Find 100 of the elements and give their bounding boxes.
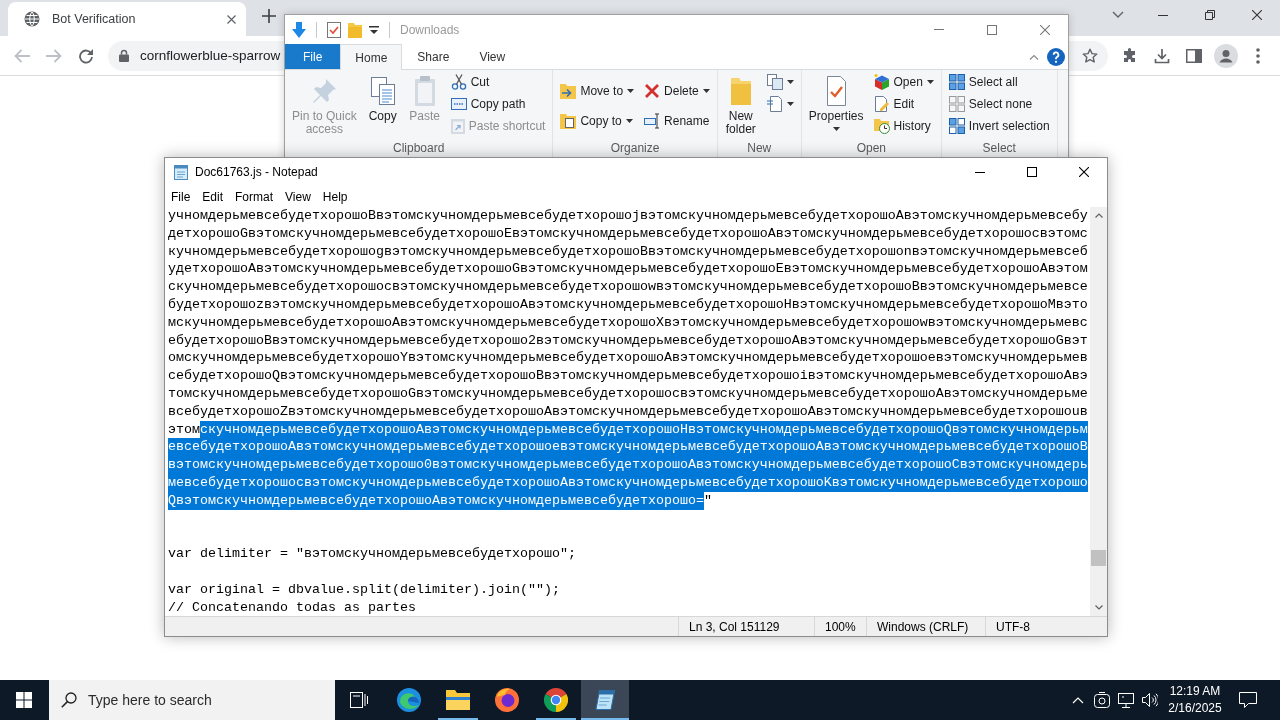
status-text: Windows (CRLF) <box>866 617 985 636</box>
menu-item[interactable]: File <box>165 189 197 204</box>
down-arrow-icon[interactable] <box>292 21 306 38</box>
firefox-icon <box>495 688 519 712</box>
ribbon-button[interactable]: History <box>869 116 938 136</box>
search-field[interactable]: Type here to search <box>49 680 335 720</box>
scissors-icon <box>450 74 467 90</box>
ribbon-tab[interactable]: Home <box>340 44 403 70</box>
chrome-icon <box>544 688 568 712</box>
ribbon-tab[interactable]: View <box>464 44 521 69</box>
code-text: этом <box>168 420 200 439</box>
code-text: учномдерьмевсебудетхорошоBвэтомскучномдерьмевсебудетхорошоjвэтомскучномдерьмевсебудетхорошоAвэтомскучномдерьмевсебу <box>168 207 1088 225</box>
ribbon-button[interactable]: Copy to <box>556 110 639 131</box>
maximize-icon[interactable] <box>1027 167 1037 177</box>
taskbar-button[interactable] <box>581 680 629 720</box>
new-item-icon <box>766 74 783 90</box>
caret-icon[interactable] <box>625 118 633 123</box>
scroll-down-icon[interactable] <box>1094 605 1103 610</box>
caret-icon[interactable] <box>702 88 710 93</box>
code-text: себудетхорошоQвэтомскучномдерьмевсебудетхорошоBвэтомскучномдерьмевсебудетхорошоiвэтомскучномдерьмевсебудетхорошоAвэ <box>168 367 1088 385</box>
folder-arrow-icon <box>560 82 577 99</box>
document-check-icon[interactable] <box>327 21 341 38</box>
caret-icon[interactable] <box>926 80 934 84</box>
notepad-icon <box>173 164 189 180</box>
scrollbar-thumb[interactable] <box>1091 550 1106 566</box>
ribbon-button[interactable]: Select none <box>944 94 1054 114</box>
code-text: томскучномдерьмевсебудетхорошоGвэтомскучномдерьмевсебудетхорошоcвэтомскучномдерьмевсебудетхорошоAвэтомскучномдерьме <box>168 384 1088 403</box>
edit-icon <box>873 96 890 112</box>
code-text: будетхорошоzвэтомскучномдерьмевсебудетхорошоAвэтомскучномдерьмевсебудетхорошоHвэтомскучномдерьмевсебудетхорошоMвэто <box>168 296 1088 314</box>
start-logo-icon[interactable] <box>16 692 32 708</box>
selected-text: скучномдерьмевсебудетхорошоAвэтомскучномдерьмевсебудетхорошоHвэтомскучномдерьмевсебудетхорошоQвэтомскучномдерьм <box>200 420 1088 439</box>
file-menu-button[interactable]: File <box>285 44 341 69</box>
restore-icon[interactable] <box>1205 10 1215 20</box>
group-label: Open <box>855 140 887 156</box>
ribbon-button[interactable]: New folder <box>720 72 761 140</box>
avatar-icon[interactable] <box>1214 43 1238 68</box>
menu-item[interactable]: Edit <box>196 189 230 204</box>
ribbon-button[interactable]: Cut <box>446 72 550 92</box>
close-icon[interactable] <box>227 14 236 24</box>
clock-time: 12:19 AM <box>1169 683 1221 700</box>
ribbon-button[interactable]: Edit <box>869 94 938 114</box>
history-icon <box>873 118 890 134</box>
caret-icon[interactable] <box>786 80 794 84</box>
download-icon[interactable] <box>1154 47 1170 64</box>
code-text: var delimiter = "вэтомскучномдерьмевсебудетхорошо"; <box>168 545 576 563</box>
selected-text: евсебудетхорошоAвэтомскучномдерьмевсебудетхорошоeвэтомскучномдерьмевсебудетхорошоAвэтомскучномдерьмевсебудетхорошоB <box>168 438 1088 457</box>
code-text: удетхорошоAвэтомскучномдерьмевсебудетхорошоGвэтомскучномдерьмевсебудетхорошоEвэтомскучномдерьмевсебудетхорошоAвэтом <box>168 260 1088 279</box>
minimize-icon[interactable] <box>975 171 985 173</box>
chevron-down-icon[interactable] <box>1112 10 1124 18</box>
address-bar[interactable]: cornflowerblue-sparrow <box>108 40 284 71</box>
ribbon-button[interactable]: Copy path <box>446 94 550 114</box>
delete-icon <box>644 82 661 99</box>
caret-icon[interactable] <box>786 102 794 106</box>
close-icon[interactable] <box>1252 10 1262 20</box>
minimize-icon[interactable] <box>1158 14 1168 16</box>
group-label: New <box>746 140 773 156</box>
caret-icon[interactable] <box>627 88 635 93</box>
notification-icon[interactable] <box>1239 692 1257 708</box>
close-icon[interactable] <box>1079 167 1089 177</box>
ribbon-button[interactable]: Invert selection <box>944 116 1054 136</box>
clock-date: 2/16/2025 <box>1168 700 1222 717</box>
menu-item[interactable]: View <box>279 189 317 204</box>
ribbon-button[interactable]: Copy <box>362 72 403 127</box>
menu-item[interactable]: Help <box>316 189 354 204</box>
group-label: Organize <box>609 140 661 156</box>
notepad-icon <box>593 688 617 712</box>
camera-icon[interactable] <box>1094 692 1110 708</box>
reload-icon[interactable] <box>78 47 94 64</box>
folder-copy-icon <box>560 112 577 129</box>
code-text: скучномдерьмевсебудетхорошоcвэтомскучномдерьмевсебудетхорошоwвэтомскучномдерьмевсебудетхорошоBвэтомскучномдерьмевсе <box>168 278 1088 296</box>
ribbon-button[interactable]: Select all <box>944 72 1054 92</box>
group-label: Clipboard <box>392 140 446 156</box>
network-icon[interactable] <box>1118 692 1134 708</box>
ribbon-button[interactable]: Properties <box>804 72 868 131</box>
star-icon[interactable] <box>1082 47 1098 64</box>
browser-tab[interactable]: Bot Verification <box>8 2 246 36</box>
code-text: // Concatenando todas as partes <box>168 598 416 616</box>
ribbon-button[interactable]: Rename <box>640 110 714 131</box>
window-title: Doc61763.js - Notepad <box>195 165 318 179</box>
ribbon-button[interactable]: Delete <box>640 80 714 101</box>
ribbon-button[interactable]: Move to <box>556 80 639 101</box>
scroll-up-icon[interactable] <box>1094 213 1103 218</box>
caret-icon[interactable] <box>369 25 379 34</box>
ribbon-tab[interactable]: Share <box>402 44 465 69</box>
ribbon-button[interactable]: Open <box>869 72 938 92</box>
plus-icon[interactable] <box>262 9 276 23</box>
help-icon[interactable] <box>1047 47 1065 66</box>
puzzle-icon[interactable] <box>1122 47 1138 64</box>
lock-icon[interactable] <box>119 49 129 62</box>
volume-icon[interactable] <box>1142 693 1158 707</box>
side-panel-icon[interactable] <box>1186 48 1202 63</box>
caret-icon[interactable] <box>832 127 840 131</box>
scrollbar[interactable] <box>1090 207 1107 616</box>
bookmark-button[interactable] <box>1068 40 1108 71</box>
code-text: var original = dbvalue.split(delimiter).join(""); <box>168 580 560 599</box>
menu-icon[interactable] <box>1256 47 1260 64</box>
url-text: cornflowerblue-sparrow <box>140 48 281 63</box>
task-view-icon[interactable] <box>350 692 368 708</box>
status-text: 100% <box>814 617 866 636</box>
menu-item[interactable]: Format <box>229 189 280 204</box>
